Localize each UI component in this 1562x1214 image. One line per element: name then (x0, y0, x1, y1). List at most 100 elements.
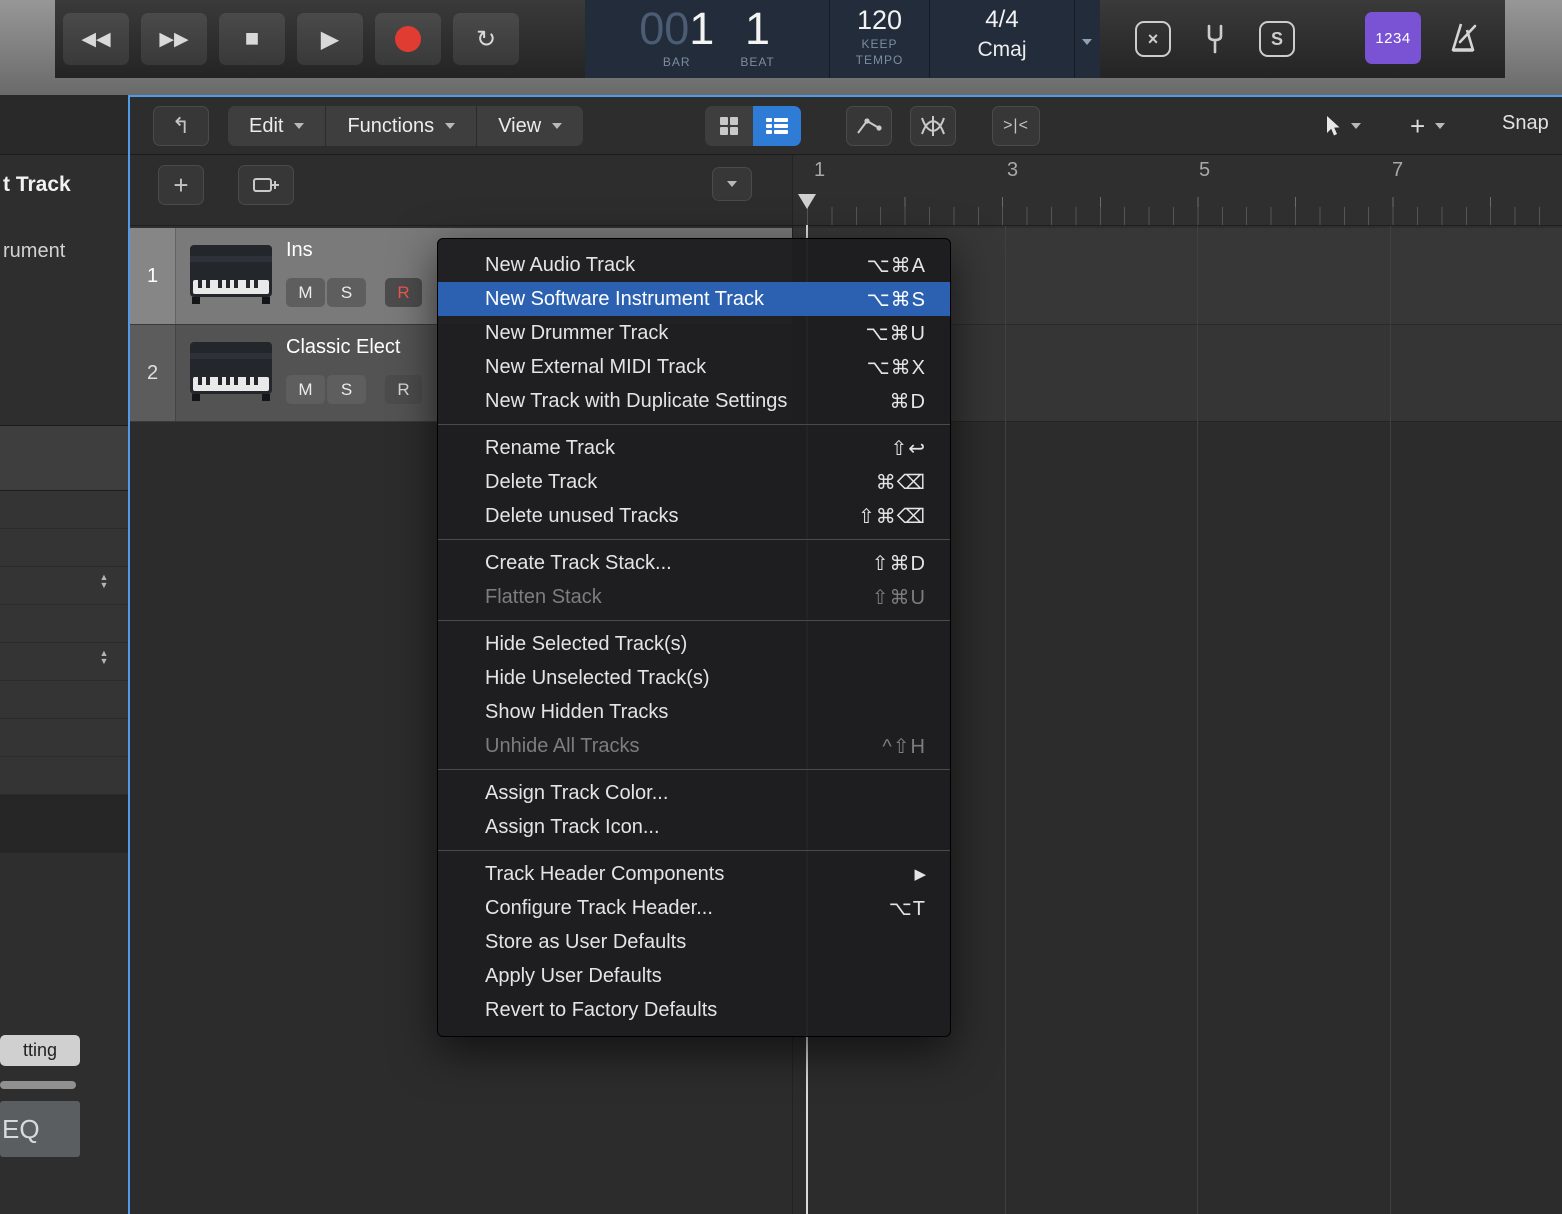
solo-button[interactable]: S (327, 278, 366, 307)
menu-item-revert-to-factory-defaults[interactable]: Revert to Factory Defaults (438, 993, 950, 1027)
menu-item-delete-track[interactable]: Delete Track ⌘⌫ (438, 465, 950, 499)
menu-item-shortcut: ⇧⌘U (871, 586, 926, 609)
tracks-toolbar: ↰ Edit Functions View >|< + Snap (130, 97, 1562, 155)
ruler-bar-5[interactable]: 5 (1199, 159, 1210, 182)
menu-item-shortcut: ⌘⌫ (875, 471, 926, 494)
cycle-button[interactable]: ↻ (453, 13, 519, 65)
stop-button[interactable]: ■ (219, 13, 285, 65)
menu-item-flatten-stack: Flatten Stack ⇧⌘U (438, 580, 950, 614)
lcd-tempo-section[interactable]: 120 KEEP TEMPO (830, 0, 930, 78)
flex-button[interactable] (910, 106, 956, 146)
logic-pro-window: ◀◀ ▶▶ ■ ▶ ↻ 001 BAR 1 BEAT 120 KEEP TEMP… (0, 0, 1562, 1214)
lcd-signature-section[interactable]: 4/4 Cmaj (930, 0, 1075, 78)
inspector-title: t Track (3, 173, 71, 196)
mute-button[interactable]: M (286, 278, 325, 307)
stepper-icon[interactable]: ▲ ▼ (96, 573, 112, 590)
ruler-bar-7[interactable]: 7 (1392, 159, 1403, 182)
menu-item-shortcut: ⌥⌘A (866, 254, 926, 277)
menu-item-shortcut: ⌘D (889, 390, 926, 413)
menu-item-assign-track-color[interactable]: Assign Track Color... (438, 776, 950, 810)
ruler-bar-3[interactable]: 3 (1007, 159, 1018, 182)
chevron-down-icon (727, 181, 737, 187)
clear-overload-button[interactable]: × (1135, 21, 1171, 57)
track-name[interactable]: Ins (286, 239, 313, 262)
count-in-button[interactable]: 1234 (1365, 12, 1421, 64)
menu-item-new-audio-track[interactable]: New Audio Track ⌥⌘A (438, 248, 950, 282)
menu-item-rename-track[interactable]: Rename Track ⇧↩ (438, 431, 950, 465)
track-controls: M S R (286, 375, 422, 404)
menu-item-new-software-instrument-track[interactable]: New Software Instrument Track ⌥⌘S (438, 282, 950, 316)
menu-item-new-drummer-track[interactable]: New Drummer Track ⌥⌘U (438, 316, 950, 350)
menu-item-shortcut: ^⇧H (882, 735, 926, 758)
secondary-tool-selector[interactable]: + (1410, 106, 1446, 146)
solo-button[interactable]: S (327, 375, 366, 404)
menu-item-store-as-user-defaults[interactable]: Store as User Defaults (438, 925, 950, 959)
grid-view-button[interactable] (705, 106, 753, 146)
menu-item-apply-user-defaults[interactable]: Apply User Defaults (438, 959, 950, 993)
channel-strip-slots[interactable] (0, 491, 128, 795)
menu-item-track-header-components[interactable]: Track Header Components ▶ (438, 857, 950, 891)
back-navigation-button[interactable]: ↰ (153, 106, 209, 146)
record-enable-button[interactable]: R (385, 278, 422, 307)
ruler-beat-ticks[interactable] (807, 207, 1562, 225)
menu-separator (438, 850, 950, 851)
record-enable-label: R (397, 379, 410, 399)
menu-item-label: New External MIDI Track (485, 355, 707, 378)
mute-button[interactable]: M (286, 375, 325, 404)
channel-gain-slider[interactable] (0, 1081, 76, 1089)
forward-button[interactable]: ▶▶ (141, 13, 207, 65)
track-name[interactable]: Classic Elect (286, 336, 400, 359)
edit-menu-button[interactable]: Edit (228, 106, 325, 146)
track-number[interactable]: 2 (130, 325, 176, 421)
track-context-menu: New Audio Track ⌥⌘A New Software Instrum… (437, 238, 951, 1037)
ruler-bar-1[interactable]: 1 (814, 159, 825, 182)
automation-button[interactable] (846, 106, 892, 146)
menu-item-hide-selected-tracks[interactable]: Hide Selected Track(s) (438, 627, 950, 661)
track-list-options-button[interactable] (712, 167, 752, 201)
menu-item-delete-unused-tracks[interactable]: Delete unused Tracks ⇧⌘⌫ (438, 499, 950, 533)
view-menu-button[interactable]: View (476, 106, 583, 146)
menu-item-shortcut: ⌥⌘U (865, 322, 926, 345)
menu-item-show-hidden-tracks[interactable]: Show Hidden Tracks (438, 695, 950, 729)
lcd-bar-value: 1 (689, 3, 715, 54)
menu-item-hide-unselected-tracks[interactable]: Hide Unselected Track(s) (438, 661, 950, 695)
playhead-handle[interactable] (798, 194, 816, 209)
menu-item-new-track-with-duplicate-settings[interactable]: New Track with Duplicate Settings ⌘D (438, 384, 950, 418)
menu-item-assign-track-icon[interactable]: Assign Track Icon... (438, 810, 950, 844)
record-enable-button[interactable]: R (385, 375, 422, 404)
lcd-options-button[interactable] (1075, 0, 1099, 78)
flex-icon (921, 116, 945, 136)
automation-icon (857, 118, 882, 134)
list-view-button[interactable] (753, 106, 801, 146)
eq-thumbnail[interactable]: EQ (0, 1101, 80, 1157)
inspector-section-header (0, 425, 128, 491)
stepper-icon[interactable]: ▲ ▼ (96, 649, 112, 666)
add-track-button[interactable]: + (158, 165, 204, 205)
pointer-tool-selector[interactable] (1325, 106, 1361, 146)
duplicate-track-button[interactable] (238, 165, 294, 205)
menu-separator (438, 424, 950, 425)
menu-item-new-external-midi-track[interactable]: New External MIDI Track ⌥⌘X (438, 350, 950, 384)
snap-menu[interactable]: Snap (1502, 112, 1549, 135)
menu-separator (438, 620, 950, 621)
solo-mode-button[interactable]: S (1259, 21, 1295, 57)
lcd-display[interactable]: 001 BAR 1 BEAT 120 KEEP TEMPO 4/4 Cmaj (585, 0, 1100, 78)
record-button[interactable] (375, 13, 441, 65)
menu-item-create-track-stack[interactable]: Create Track Stack... ⇧⌘D (438, 546, 950, 580)
play-button[interactable]: ▶ (297, 13, 363, 65)
submenu-arrow-icon: ▶ (914, 866, 926, 883)
menu-item-label: Delete Track (485, 470, 598, 493)
menu-item-label: Apply User Defaults (485, 964, 662, 987)
track-number[interactable]: 1 (130, 228, 176, 324)
rewind-button[interactable]: ◀◀ (63, 13, 129, 65)
forward-icon: ▶▶ (159, 28, 189, 50)
tuner-button[interactable] (1197, 21, 1233, 57)
menu-separator (438, 769, 950, 770)
catch-playhead-button[interactable]: >|< (992, 106, 1040, 146)
functions-menu-button[interactable]: Functions (325, 106, 476, 146)
menu-item-label: New Software Instrument Track (485, 287, 764, 310)
transport-controls: ◀◀ ▶▶ ■ ▶ ↻ (57, 0, 525, 78)
channel-setting-button[interactable]: tting (0, 1035, 80, 1066)
menu-item-configure-track-header[interactable]: Configure Track Header... ⌥T (438, 891, 950, 925)
metronome-button[interactable] (1447, 20, 1483, 56)
